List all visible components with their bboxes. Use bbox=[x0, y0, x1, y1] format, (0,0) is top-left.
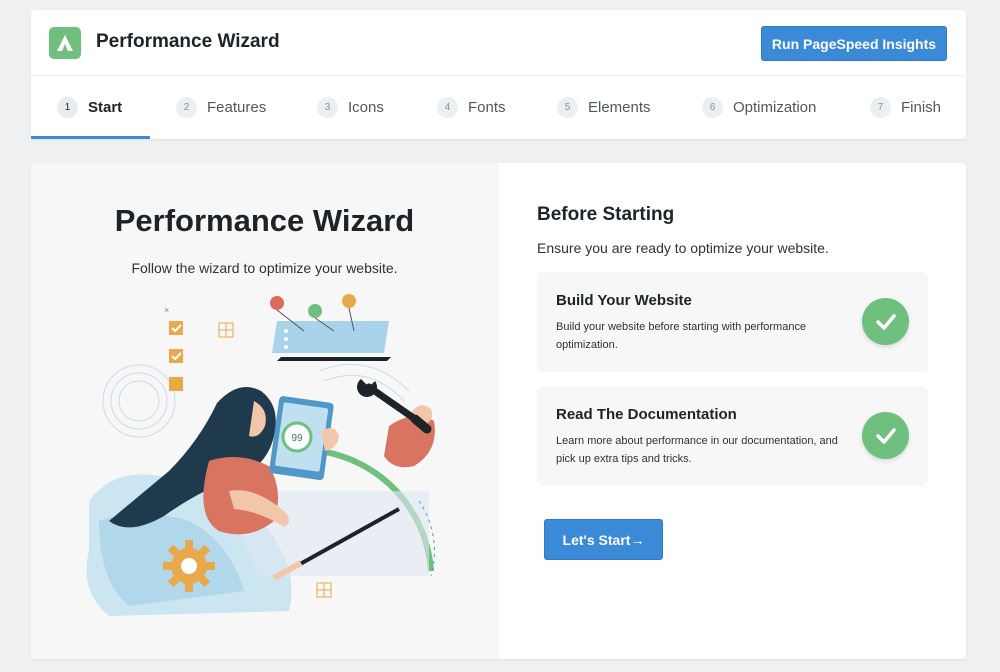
page-title: Performance Wizard bbox=[96, 31, 280, 52]
tab-finish[interactable]: 7 Finish bbox=[870, 76, 941, 139]
before-starting-pane: Before Starting Ensure you are ready to … bbox=[498, 163, 966, 659]
brand-logo-icon bbox=[49, 27, 81, 59]
header-top-bar: Performance Wizard Run PageSpeed Insight… bbox=[31, 10, 966, 76]
checklist-item-title: Build Your Website bbox=[556, 292, 692, 309]
wizard-steps-nav: 1 Start 2 Features 3 Icons 4 Fonts 5 Ele… bbox=[31, 76, 966, 139]
tab-features[interactable]: 2 Features bbox=[176, 76, 266, 139]
step-number: 4 bbox=[437, 97, 458, 118]
hero-title: Performance Wizard bbox=[114, 203, 415, 238]
step-label: Finish bbox=[901, 99, 942, 116]
svg-text:×: × bbox=[164, 305, 169, 315]
step-number: 3 bbox=[317, 97, 338, 118]
performance-illustration: × 99 bbox=[86, 294, 435, 616]
step-label: Fonts bbox=[468, 99, 506, 116]
checklist-item-desc: Build your website before starting with … bbox=[556, 321, 807, 351]
step-number: 6 bbox=[702, 97, 723, 118]
step-label: Features bbox=[207, 99, 267, 116]
wizard-header: Performance Wizard Run PageSpeed Insight… bbox=[31, 10, 966, 139]
tab-icons[interactable]: 3 Icons bbox=[317, 76, 384, 139]
hero-subtitle: Follow the wizard to optimize your websi… bbox=[131, 260, 398, 276]
step-number: 5 bbox=[557, 97, 578, 118]
section-title: Before Starting bbox=[537, 204, 675, 225]
lets-start-button[interactable]: Let's Start→ bbox=[544, 519, 663, 560]
tab-elements[interactable]: 5 Elements bbox=[557, 76, 651, 139]
step-number: 1 bbox=[57, 97, 78, 118]
hero-pane: Performance Wizard Follow the wizard to … bbox=[31, 163, 498, 659]
check-icon bbox=[862, 412, 909, 459]
tab-fonts[interactable]: 4 Fonts bbox=[437, 76, 506, 139]
step-number: 2 bbox=[176, 97, 197, 118]
step-label: Optimization bbox=[733, 99, 817, 116]
check-icon bbox=[862, 298, 909, 345]
tab-start[interactable]: 1 Start bbox=[57, 76, 122, 139]
section-subtitle: Ensure you are ready to optimize your we… bbox=[537, 240, 829, 256]
checklist-item-title: Read The Documentation bbox=[556, 406, 737, 423]
step-label: Elements bbox=[588, 99, 651, 116]
active-step-indicator bbox=[31, 136, 150, 139]
checklist-item-build: Build Your Website Build your website be… bbox=[537, 272, 928, 372]
step-label: Icons bbox=[348, 99, 384, 116]
run-pagespeed-button[interactable]: Run PageSpeed Insights bbox=[761, 26, 947, 61]
tab-optimization[interactable]: 6 Optimization bbox=[702, 76, 816, 139]
checklist-item-desc: Learn more about performance in our docu… bbox=[556, 435, 838, 465]
step-label: Start bbox=[88, 99, 123, 116]
step-number: 7 bbox=[870, 97, 891, 118]
score-text: 99 bbox=[291, 433, 303, 444]
wizard-start-panel: Performance Wizard Follow the wizard to … bbox=[31, 163, 966, 659]
checklist-item-docs: Read The Documentation Learn more about … bbox=[537, 386, 928, 486]
